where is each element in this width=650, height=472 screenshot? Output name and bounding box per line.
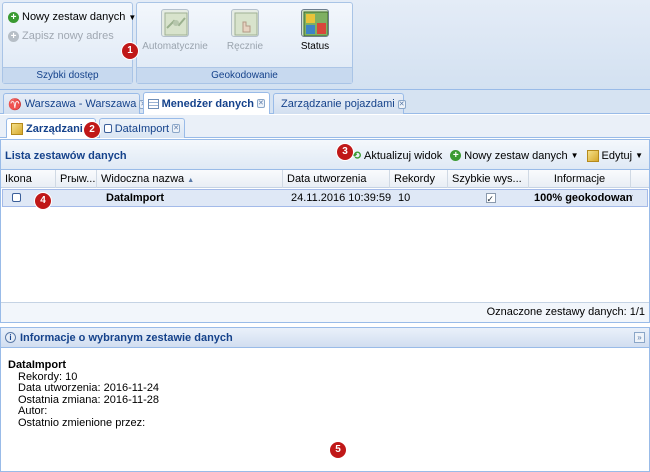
map-status-icon	[301, 9, 329, 37]
subtab-management-label: Zarządzanie	[26, 122, 89, 135]
callout-badge-2: 2	[84, 122, 100, 138]
map-pin-icon: ♈	[8, 98, 22, 111]
subtab-management[interactable]: Zarządzanie	[6, 118, 96, 138]
collapse-icon[interactable]: »	[634, 332, 645, 343]
row-records: 10	[398, 192, 411, 204]
tab-vehicle-management[interactable]: Zarządzanie pojazdami ✕	[273, 93, 406, 114]
tab-warszawa[interactable]: ♈ Warszawa - Warszawa ✕	[3, 93, 148, 114]
quick-search-checkbox[interactable]	[485, 191, 496, 206]
subtab-dataimport[interactable]: DataImport ✕	[99, 118, 185, 138]
edit-icon	[11, 122, 23, 135]
geocode-manual-button[interactable]: Ręcznie	[211, 7, 279, 63]
quick-access-group-title: Szybki dostęp	[3, 67, 132, 83]
ribbon-toolbar: + Nowy zestaw danych ▼ + Zapisz nowy adr…	[0, 0, 650, 90]
info-dataset-name: DataImport	[8, 359, 67, 371]
plus-icon: +	[8, 11, 19, 23]
geocoding-group-title: Geokodowanie	[137, 67, 352, 83]
map-hand-icon	[231, 9, 259, 37]
close-icon[interactable]: ✕	[397, 99, 406, 109]
info-created: Data utworzenia: 2016-11-24	[18, 382, 160, 394]
table-row[interactable]: DataImport 24.11.2016 10:39:59 10 100% g…	[2, 189, 648, 207]
new-dataset-button[interactable]: + Nowy zestaw danych ▼	[8, 11, 136, 23]
edit-icon	[586, 149, 599, 162]
edit-button[interactable]: Edytuj ▼	[586, 149, 643, 162]
callout-badge-3: 3	[337, 144, 353, 160]
table-icon	[148, 98, 159, 109]
callout-badge-5: 5	[330, 442, 346, 458]
row-created: 24.11.2016 10:39:59	[291, 192, 391, 204]
col-icon[interactable]: Ikona	[1, 170, 56, 188]
dataset-list-toolbar: ⟲ Aktualizuj widok + Nowy zestaw danych …	[352, 149, 643, 162]
col-records[interactable]: Rekordy	[390, 170, 448, 188]
chevron-down-icon: ▼	[635, 151, 643, 160]
new-dataset-toolbar-button[interactable]: + Nowy zestaw danych ▼	[450, 149, 579, 162]
dataset-list-header: Lista zestawów danych ⟲ Aktualizuj widok…	[1, 140, 649, 170]
plus-icon: +	[8, 30, 19, 42]
row-info: 100% geokodowany	[534, 192, 633, 204]
dataset-icon	[12, 193, 21, 202]
row-quick-search-cell	[450, 190, 531, 206]
quick-access-group: + Nowy zestaw danych ▼ + Zapisz nowy adr…	[2, 2, 136, 84]
dataset-icon	[104, 124, 112, 133]
col-info[interactable]: Informacje	[529, 170, 631, 188]
info-icon: i	[5, 332, 16, 343]
save-new-address-button[interactable]: + Zapisz nowy adres	[8, 30, 114, 42]
save-new-address-label: Zapisz nowy adres	[22, 30, 114, 42]
geocode-automatic-button[interactable]: Automatycznie	[141, 7, 209, 63]
geocode-manual-label: Ręcznie	[226, 41, 264, 52]
chevron-down-icon: ▼	[570, 151, 579, 160]
geocoding-group: Automatycznie Ręcznie Status Geokodowani…	[136, 2, 353, 84]
dataset-info-header[interactable]: i Informacje o wybranym zestawie danych …	[1, 328, 649, 348]
refresh-icon: ⟲	[351, 150, 361, 162]
col-created[interactable]: Data utworzenia	[283, 170, 390, 188]
geocode-status-button[interactable]: Status	[281, 7, 349, 63]
edit-label: Edytuj	[601, 149, 633, 162]
geocode-status-label: Status	[300, 41, 330, 52]
col-visible-name[interactable]: Widoczna nazwa ▲	[97, 170, 283, 188]
tab-data-manager[interactable]: Menedżer danych ✕	[143, 92, 270, 114]
new-dataset-toolbar-label: Nowy zestaw danych	[464, 149, 568, 162]
geocode-automatic-label: Automatycznie	[142, 41, 208, 52]
close-icon[interactable]: ✕	[256, 99, 265, 108]
tab-data-manager-label: Menedżer danych	[161, 97, 254, 110]
col-private[interactable]: Prыw...	[56, 170, 97, 188]
subtab-dataimport-label: DataImport	[114, 122, 170, 135]
map-auto-icon	[161, 9, 189, 37]
dataset-info-panel: i Informacje o wybranym zestawie danych …	[0, 327, 650, 472]
refresh-view-label: Aktualizuj widok	[363, 149, 443, 162]
dataset-info-title: Informacje o wybranym zestawie danych	[20, 331, 233, 344]
col-visible-name-label: Widoczna nazwa	[101, 173, 185, 185]
row-name: DataImport	[106, 192, 165, 204]
refresh-view-button[interactable]: ⟲ Aktualizuj widok	[351, 149, 443, 163]
dataset-list-title: Lista zestawów danych	[5, 150, 127, 162]
plus-icon: +	[450, 150, 462, 161]
tab-vehicle-management-label: Zarządzanie pojazdami	[281, 98, 395, 110]
callout-badge-4: 4	[35, 193, 51, 209]
info-modified-by: Ostatnio zmienione przez:	[18, 416, 146, 429]
close-icon[interactable]: ✕	[172, 124, 180, 133]
main-tab-bar: ♈ Warszawa - Warszawa ✕ Menedżer danych …	[0, 90, 650, 114]
selected-count-footer: Oznaczone zestawy danych: 1/1	[1, 302, 649, 322]
info-last-modified: Ostatnia zmiana: 2016-11-28	[18, 393, 160, 406]
dataset-list-panel: Lista zestawów danych ⟲ Aktualizuj widok…	[0, 139, 650, 323]
dataset-info-body: DataImport Rekordy: 10 Data utworzenia: …	[1, 348, 649, 429]
info-author: Autor:	[18, 405, 48, 417]
callout-badge-1: 1	[122, 43, 138, 59]
col-quick-search[interactable]: Szybkie wys...	[448, 170, 529, 188]
new-dataset-label: Nowy zestaw danych	[22, 11, 126, 23]
grid-header: Ikona Prыw... Widoczna nazwa ▲ Data utwo…	[1, 170, 649, 188]
tab-warszawa-label: Warszawa - Warszawa	[24, 98, 137, 110]
sort-asc-icon: ▲	[187, 177, 195, 184]
